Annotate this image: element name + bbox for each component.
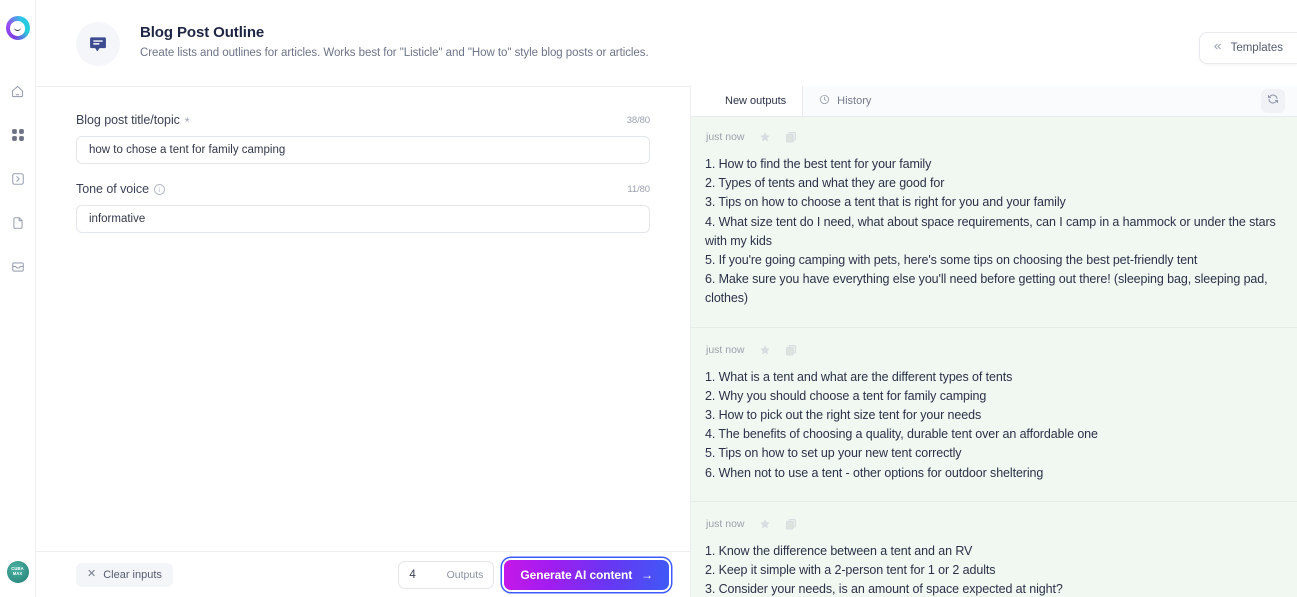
star-icon[interactable] [759,131,771,143]
home-icon [10,84,25,99]
field-tone-of-voice: Tone of voice i 11/80 [76,182,650,233]
output-line: 3. How to pick out the right size tent f… [705,408,982,423]
page-header: Blog Post Outline Create lists and outli… [36,0,1297,86]
outputs-count-value: 4 [409,568,416,581]
output-line: 4. The benefits of choosing a quality, d… [705,427,1098,442]
inbox-icon [11,260,25,274]
outputs-count-stepper[interactable]: 4 Outputs [398,560,495,589]
app-root: CUBA MAX Blog Post Outline Create lists … [0,0,1297,597]
output-tabs: New outputs History [691,86,1297,117]
tab-history[interactable]: History [803,86,887,116]
output-timestamp: just now [706,131,745,143]
close-icon: ✕ [87,568,97,580]
output-block-header: just now [705,131,1283,143]
tone-of-voice-input[interactable] [76,205,650,233]
output-text: 1. What is a tent and what are the diffe… [705,368,1283,483]
templates-button[interactable]: Templates [1198,32,1297,64]
page-title: Blog Post Outline [140,24,265,41]
generate-ai-content-button[interactable]: Generate AI content → [504,559,669,590]
output-line: 5. If you're going camping with pets, he… [705,253,1198,268]
left-sidebar: CUBA MAX [0,0,36,597]
output-timestamp: just now [706,343,745,356]
template-avatar-icon [76,22,120,66]
character-counter: 38/80 [626,114,650,126]
clear-inputs-label: Clear inputs [103,568,162,581]
sparkle-icon [707,94,718,108]
field-label-wrap: Tone of voice i [76,182,166,196]
chevrons-left-icon [1212,39,1223,57]
field-label-wrap: Blog post title/topic * [76,113,190,129]
copy-icon[interactable] [785,131,797,143]
sidebar-item-home[interactable] [5,78,31,104]
sidebar-item-templates[interactable] [5,122,31,148]
sidebar-nav [5,78,31,280]
avatar-label: CUBA MAX [11,566,24,576]
output-text: 1. Know the difference between a tent an… [705,542,1283,597]
output-block-header: just now [705,344,1283,356]
field-header: Tone of voice i 11/80 [76,182,650,196]
document-icon [11,216,25,230]
sidebar-item-documents[interactable] [5,210,31,236]
output-line: 1. Know the difference between a tent an… [705,543,973,558]
required-asterisk: * [184,115,190,129]
output-text: 1. How to find the best tent for your fa… [705,155,1283,309]
clock-icon [819,94,830,108]
info-icon[interactable]: i [154,183,166,195]
content-body: Blog post title/topic * 38/80 Tone of vo… [36,86,1297,597]
field-blog-post-title: Blog post title/topic * 38/80 [76,113,650,164]
template-meta: Blog Post Outline Create lists and outli… [140,22,649,59]
logo-smile [14,27,21,31]
star-icon[interactable] [759,518,771,530]
tab-new-outputs[interactable]: New outputs [691,86,804,116]
output-pane: New outputs History just now 1. How to f… [690,86,1297,597]
output-line: 6. Make sure you have everything else yo… [705,272,1268,306]
output-line: 3. Tips on how to choose a tent that is … [705,195,1066,210]
app-logo[interactable] [5,16,30,40]
output-line: 1. How to find the best tent for your fa… [705,157,932,171]
field-header: Blog post title/topic * 38/80 [76,113,650,129]
output-line: 1. What is a tent and what are the diffe… [705,369,1013,384]
output-line: 4. What size tent do I need, what about … [705,214,1276,248]
form-action-bar: ✕ Clear inputs 4 Outputs Generate AI con… [36,551,690,597]
sidebar-item-chat[interactable] [5,166,31,192]
output-block: just now [691,502,1297,597]
field-label: Blog post title/topic [76,113,180,127]
chat-box-icon [11,172,25,186]
output-line: 2. Types of tents and what they are good… [705,176,945,191]
output-list[interactable]: just now 1. How to find the best tent fo… [691,117,1297,597]
tab-label: History [837,95,872,107]
field-label: Tone of voice [76,182,150,196]
page-description: Create lists and outlines for articles. … [140,47,649,59]
blog-post-title-input[interactable] [76,136,650,164]
generate-button-label: Generate AI content [520,567,633,582]
copy-icon[interactable] [785,344,797,356]
templates-button-label: Templates [1230,42,1283,54]
output-line: 5. Tips on how to set up your new tent c… [705,446,962,461]
output-line: 6. When not to use a tent - other option… [705,465,1044,480]
main-area: Blog Post Outline Create lists and outli… [36,0,1297,597]
output-block: just now [691,117,1297,328]
output-block-header: just now [705,518,1283,530]
sidebar-item-inbox[interactable] [5,254,31,280]
output-block: just now [691,328,1297,502]
apps-grid-icon [11,128,25,142]
character-counter: 11/80 [627,183,650,195]
output-line: 2. Why you should choose a tent for fami… [705,388,987,403]
avatar[interactable]: CUBA MAX [6,561,29,583]
form-fields: Blog post title/topic * 38/80 Tone of vo… [36,87,690,551]
refresh-icon [1267,92,1279,110]
output-line: 2. Keep it simple with a 2-person tent f… [705,563,996,578]
star-icon[interactable] [759,344,771,356]
tab-label: New outputs [725,95,787,107]
arrow-right-icon: → [641,567,653,582]
refresh-button[interactable] [1261,89,1285,113]
clear-inputs-button[interactable]: ✕ Clear inputs [76,562,173,587]
output-timestamp: just now [706,517,745,530]
input-form-pane: Blog post title/topic * 38/80 Tone of vo… [36,86,690,597]
copy-icon[interactable] [785,518,797,530]
outputs-count-label: Outputs [446,568,484,581]
output-line: 3. Consider your needs, is an amount of … [705,582,1063,597]
